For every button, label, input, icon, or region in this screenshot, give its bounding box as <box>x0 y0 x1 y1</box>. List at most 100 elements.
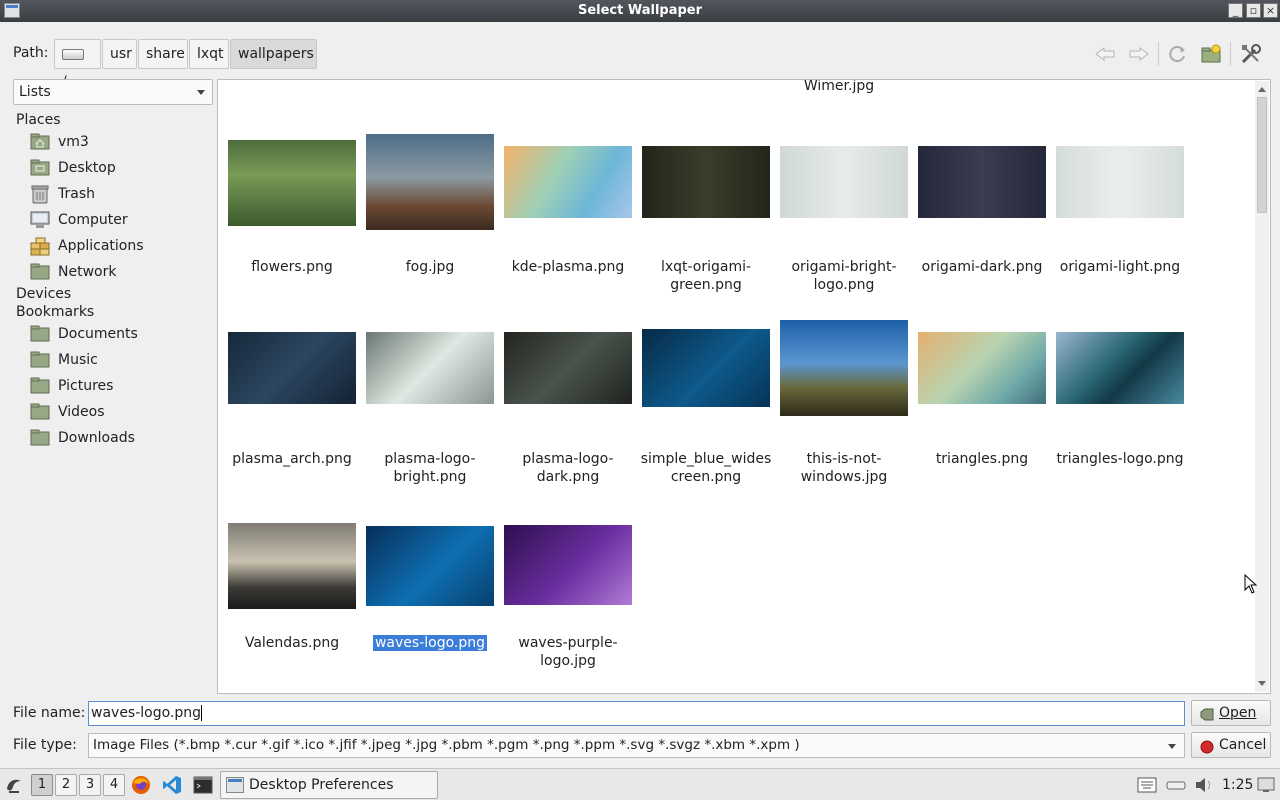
cancel-icon <box>1200 738 1214 754</box>
file-thumbnail[interactable] <box>366 332 494 404</box>
file-thumbnail[interactable] <box>504 332 632 404</box>
file-thumbnail[interactable] <box>1056 146 1184 218</box>
file-thumbnail[interactable] <box>780 320 908 416</box>
toolbar-separator <box>1230 42 1231 66</box>
file-name[interactable]: triangles-logo.png <box>1051 450 1189 468</box>
file-name[interactable]: waves-purple-logo.jpg <box>499 634 637 670</box>
scrollbar-thumb[interactable] <box>1257 97 1267 213</box>
keyboard-icon[interactable] <box>1137 775 1157 795</box>
file-view[interactable]: Wimer.jpg flowers.png fog.jpg kde-plasma.p… <box>217 79 1271 694</box>
file-thumbnail[interactable] <box>1056 332 1184 404</box>
file-name[interactable]: lxqt-origami-green.png <box>637 258 775 294</box>
scroll-down-icon[interactable] <box>1258 681 1266 686</box>
breadcrumb-wallpapers[interactable]: wallpapers <box>230 39 317 69</box>
tools-icon[interactable] <box>1237 40 1265 68</box>
file-name[interactable]: origami-dark.png <box>913 258 1051 276</box>
desktop-switch-3[interactable]: 3 <box>79 774 101 796</box>
vertical-scrollbar[interactable] <box>1255 81 1269 692</box>
breadcrumb-share[interactable]: share <box>138 39 188 69</box>
file-thumbnail[interactable] <box>504 146 632 218</box>
home-folder-icon <box>30 133 50 150</box>
filename-input[interactable]: waves-logo.png <box>88 701 1185 726</box>
volume-icon[interactable] <box>1194 775 1214 795</box>
folder-icon <box>30 351 50 368</box>
file-thumbnail[interactable] <box>228 332 356 404</box>
file-name[interactable]: plasma-logo-bright.png <box>361 450 499 486</box>
window-icon <box>226 777 244 793</box>
clock: 1:25 <box>1222 777 1254 793</box>
show-desktop-icon[interactable] <box>1256 775 1276 795</box>
window-title: Select Wallpaper <box>577 3 703 18</box>
desktop-switch-2[interactable]: 2 <box>55 774 77 796</box>
file-thumbnail[interactable] <box>918 146 1046 218</box>
desktop-switch-1[interactable]: 1 <box>31 774 53 796</box>
title-bar: Select Wallpaper _ ▫ × <box>0 0 1280 22</box>
open-button[interactable]: Open <box>1191 700 1271 726</box>
file-name[interactable]: Valendas.png <box>223 634 361 652</box>
file-thumbnail[interactable] <box>366 526 494 606</box>
folder-icon <box>30 403 50 420</box>
task-desktop-preferences[interactable]: Desktop Preferences <box>220 771 438 799</box>
file-thumbnail[interactable] <box>642 146 770 218</box>
new-folder-icon[interactable] <box>1197 40 1225 68</box>
file-thumbnail[interactable] <box>780 146 908 218</box>
file-name[interactable]: plasma-logo-dark.png <box>499 450 637 486</box>
back-icon[interactable] <box>1091 40 1119 68</box>
file-thumbnail[interactable] <box>228 140 356 226</box>
file-thumbnail[interactable] <box>642 329 770 407</box>
vscode-icon[interactable] <box>162 775 182 795</box>
drive-icon <box>62 48 84 60</box>
view-mode-select[interactable]: Lists <box>13 79 213 105</box>
file-name[interactable]: fog.jpg <box>361 258 499 276</box>
folder-icon <box>30 377 50 394</box>
file-name[interactable]: this-is-not-windows.jpg <box>775 450 913 486</box>
bookmarks-header: Bookmarks <box>16 304 95 320</box>
file-name[interactable]: plasma_arch.png <box>223 450 361 468</box>
desktop-switch-4[interactable]: 4 <box>103 774 125 796</box>
scroll-up-icon[interactable] <box>1258 87 1266 92</box>
mouse-pointer-icon <box>1244 574 1258 594</box>
file-thumbnail[interactable] <box>366 134 494 230</box>
lxqt-menu-icon[interactable] <box>4 775 24 795</box>
file-name[interactable]: simple_blue_wides creen.png <box>637 450 775 486</box>
file-thumbnail[interactable] <box>228 523 356 609</box>
breadcrumb-lxqt[interactable]: lxqt <box>189 39 229 69</box>
folder-icon <box>30 325 50 342</box>
trash-icon <box>30 185 50 204</box>
open-icon <box>1200 706 1214 721</box>
filetype-select[interactable]: Image Files (*.bmp *.cur *.gif *.ico *.j… <box>88 733 1185 758</box>
file-name[interactable]: origami-bright-logo.png <box>775 258 913 294</box>
file-thumbnail[interactable] <box>918 332 1046 404</box>
network-folder-icon <box>30 263 50 280</box>
breadcrumb-usr[interactable]: usr <box>102 39 137 69</box>
file-thumbnail[interactable] <box>504 525 632 605</box>
chevron-down-icon <box>1168 744 1176 749</box>
devices-header: Devices <box>16 286 72 302</box>
file-name[interactable]: triangles.png <box>913 450 1051 468</box>
firefox-icon[interactable] <box>131 775 151 795</box>
minimize-button[interactable]: _ <box>1228 3 1243 18</box>
file-name[interactable]: flowers.png <box>223 258 361 276</box>
maximize-button[interactable]: ▫ <box>1246 3 1261 18</box>
close-button[interactable]: × <box>1263 3 1278 18</box>
applications-icon <box>30 237 50 256</box>
breadcrumb-root[interactable]: / <box>54 39 101 90</box>
path-label: Path: <box>13 45 49 61</box>
text-caret <box>201 705 203 721</box>
file-name[interactable]: origami-light.png <box>1051 258 1189 276</box>
terminal-icon[interactable] <box>193 775 213 795</box>
filetype-label: File type: <box>13 737 77 753</box>
file-name-partial: Wimer.jpg <box>803 79 875 94</box>
toolbar-separator <box>1158 42 1159 66</box>
taskbar: 1 2 3 4 Desktop Preferences 1:25 <box>0 768 1280 800</box>
places-header: Places <box>16 112 61 128</box>
cancel-button[interactable]: Cancel <box>1191 732 1271 758</box>
desktop-folder-icon <box>30 159 50 176</box>
filename-label: File name: <box>13 705 86 721</box>
file-name[interactable]: waves-logo.png <box>361 634 499 652</box>
drive-tray-icon[interactable] <box>1166 775 1186 795</box>
file-name[interactable]: kde-plasma.png <box>499 258 637 276</box>
forward-icon[interactable] <box>1125 40 1153 68</box>
computer-icon <box>30 211 50 228</box>
reload-icon[interactable] <box>1164 40 1192 68</box>
